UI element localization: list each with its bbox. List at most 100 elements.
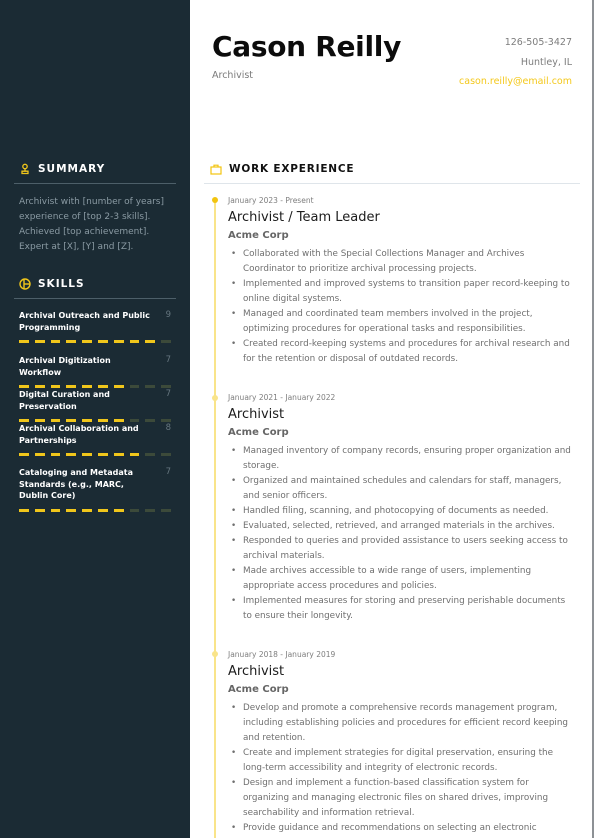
contact-email[interactable]: cason.reilly@email.com — [459, 76, 572, 87]
skills-heading-text: SKILLS — [38, 278, 85, 290]
skill-score: 8 — [165, 423, 171, 433]
skill-segment-filled — [19, 419, 29, 422]
skill-item: Archival Outreach and Public Programming… — [19, 310, 171, 343]
skill-name: Archival Collaboration and Partnerships — [19, 424, 139, 445]
skill-segment-filled — [50, 419, 61, 422]
skill-item: Digital Curation and Preservation 7 — [19, 389, 171, 422]
skill-segment-filled — [82, 453, 92, 456]
skill-segment-empty — [161, 385, 171, 388]
skill-name: Archival Outreach and Public Programming — [19, 311, 150, 332]
skill-rating-bar — [19, 508, 171, 512]
skill-segment-empty — [145, 385, 156, 388]
timeline-dot — [212, 197, 218, 203]
summary-heading: SUMMARY — [19, 163, 105, 175]
skill-segment-empty — [145, 419, 156, 422]
job-bullets: Develop and promote a comprehensive reco… — [228, 701, 573, 836]
skill-segment-filled — [50, 340, 61, 343]
skill-rating-bar — [19, 385, 171, 388]
skill-segment-filled — [66, 419, 77, 422]
skill-item: Archival Collaboration and Partnerships 8 — [19, 423, 171, 456]
job-entry: January 2023 - Present Archivist / Team … — [228, 196, 573, 367]
skill-rating-bar — [19, 340, 171, 343]
skill-segment-filled — [50, 385, 61, 388]
work-experience-heading-text: WORK EXPERIENCE — [229, 163, 355, 175]
skill-segment-filled — [97, 419, 108, 422]
skill-score: 7 — [165, 355, 171, 365]
skill-segment-filled — [50, 508, 61, 512]
job-bullet: Implemented measures for storing and pre… — [228, 594, 573, 624]
skill-name: Archival Digitization Workflow — [19, 356, 111, 377]
sidebar: SUMMARY Archivist with [number of years]… — [0, 0, 190, 838]
skill-segment-filled — [145, 340, 156, 343]
person-icon — [21, 163, 29, 175]
skill-segment-filled — [113, 419, 124, 422]
job-entry: January 2018 - January 2019 Archivist Ac… — [228, 650, 573, 836]
job-company: Acme Corp — [228, 427, 289, 438]
skill-segment-empty — [129, 385, 140, 388]
skill-segment-filled — [19, 508, 29, 512]
skill-segment-empty — [145, 453, 156, 456]
skill-segment-empty — [129, 508, 140, 512]
skill-segment-filled — [97, 508, 108, 512]
summary-text: Archivist with [number of years] experie… — [19, 197, 164, 252]
skill-segment-filled — [66, 453, 77, 456]
skill-segment-filled — [113, 385, 124, 388]
job-title: Archivist — [228, 407, 285, 422]
skill-segment-filled — [97, 453, 108, 456]
job-company: Acme Corp — [228, 230, 289, 241]
skill-segment-filled — [19, 385, 29, 388]
job-bullets: Collaborated with the Special Collection… — [228, 247, 573, 367]
job-bullet: Implemented and improved systems to tran… — [228, 277, 573, 307]
skill-name: Cataloging and Metadata Standards (e.g.,… — [19, 468, 133, 500]
main-content: Cason Reilly Archivist 126-505-3427 Hunt… — [190, 0, 594, 838]
skill-segment-filled — [113, 453, 124, 456]
skill-segment-empty — [161, 340, 171, 343]
job-date: January 2021 - January 2022 — [228, 393, 336, 402]
pie-chart-icon — [19, 278, 31, 290]
job-bullet: Created record-keeping systems and proce… — [228, 337, 573, 367]
skill-segment-filled — [50, 453, 61, 456]
skill-rating-bar — [19, 419, 171, 422]
skill-segment-filled — [82, 340, 92, 343]
skill-segment-filled — [34, 508, 45, 512]
skill-segment-filled — [129, 453, 140, 456]
skill-segment-filled — [19, 453, 29, 456]
candidate-role: Archivist — [212, 70, 254, 81]
job-bullet: Responded to queries and provided assist… — [228, 534, 573, 564]
job-bullet: Managed and coordinated team members inv… — [228, 307, 573, 337]
skills-heading: SKILLS — [19, 278, 85, 290]
contact-location: Huntley, IL — [520, 57, 572, 68]
summary-divider — [14, 183, 176, 184]
job-company: Acme Corp — [228, 684, 289, 695]
skill-segment-filled — [34, 340, 45, 343]
candidate-name: Cason Reilly — [212, 30, 402, 63]
skill-segment-filled — [66, 385, 77, 388]
skill-score: 9 — [165, 310, 171, 320]
summary-heading-text: SUMMARY — [38, 163, 106, 175]
skill-segment-filled — [19, 340, 29, 343]
work-experience-heading: WORK EXPERIENCE — [210, 163, 354, 175]
skill-segment-filled — [34, 419, 45, 422]
job-date: January 2023 - Present — [228, 196, 314, 205]
skill-item: Cataloging and Metadata Standards (e.g.,… — [19, 467, 171, 512]
job-bullets: Managed inventory of company records, en… — [228, 444, 573, 624]
job-bullet: Provide guidance and recommendations on … — [228, 821, 573, 836]
skill-segment-empty — [145, 508, 156, 512]
skill-segment-filled — [113, 340, 124, 343]
skill-segment-empty — [129, 419, 140, 422]
skill-segment-filled — [97, 385, 108, 388]
job-bullet: Handled filing, scanning, and photocopyi… — [228, 504, 573, 519]
skill-item: Archival Digitization Workflow 7 — [19, 355, 171, 388]
job-bullet: Made archives accessible to a wide range… — [228, 564, 573, 594]
job-bullet: Managed inventory of company records, en… — [228, 444, 573, 474]
job-bullet: Organized and maintained schedules and c… — [228, 474, 573, 504]
skill-segment-filled — [66, 508, 77, 512]
job-bullet: Collaborated with the Special Collection… — [228, 247, 573, 277]
skill-rating-bar — [19, 453, 171, 456]
skill-segment-filled — [34, 453, 45, 456]
skill-name: Digital Curation and Preservation — [19, 390, 110, 411]
skill-segment-filled — [113, 508, 124, 512]
job-entry: January 2021 - January 2022 Archivist Ac… — [228, 393, 573, 624]
timeline-dot — [212, 651, 218, 657]
skill-segment-filled — [66, 340, 77, 343]
